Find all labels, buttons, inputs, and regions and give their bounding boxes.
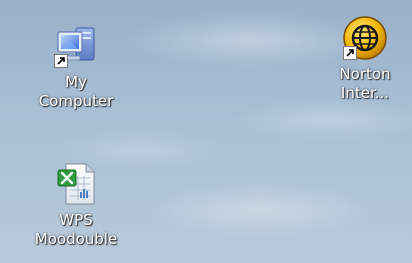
wps-spreadsheet-icon: [52, 160, 100, 208]
icon-label: Norton Inter...: [339, 65, 391, 102]
desktop: My Computer Norton Inter... WPS Moodoubl…: [0, 0, 412, 263]
shortcut-arrow-icon: [343, 46, 357, 60]
icon-label: WPS Moodouble: [34, 211, 118, 248]
desktop-icon-wps[interactable]: WPS Moodouble: [26, 160, 126, 249]
icon-label: My Computer: [38, 73, 114, 110]
desktop-icon-my-computer[interactable]: My Computer: [26, 22, 126, 111]
shortcut-arrow-icon: [54, 54, 68, 68]
my-computer-icon: [52, 22, 100, 70]
desktop-icon-norton[interactable]: Norton Inter...: [315, 14, 412, 103]
norton-globe-icon: [341, 14, 389, 62]
